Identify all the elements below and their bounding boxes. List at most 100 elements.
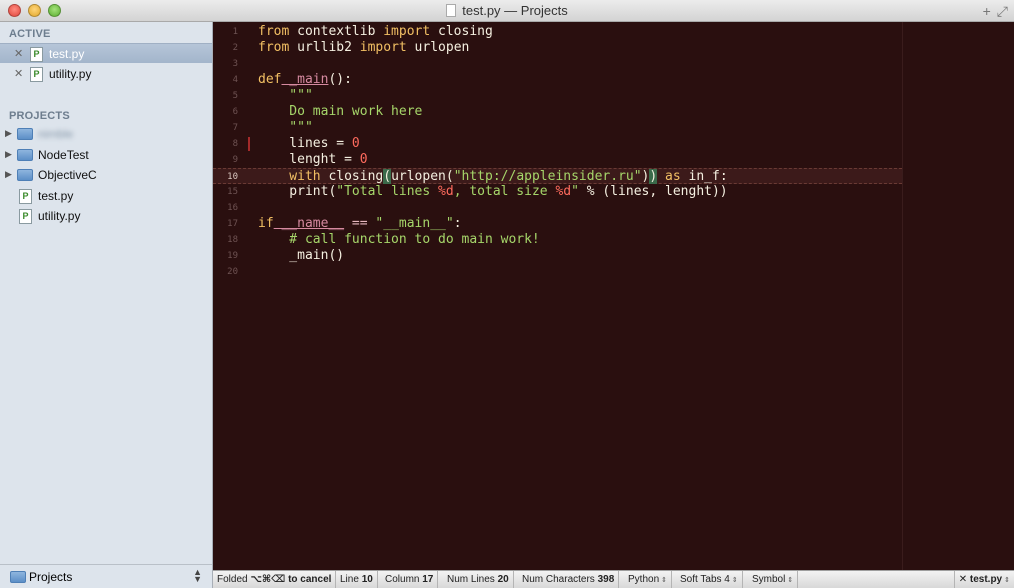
disclosure-triangle-icon[interactable]: ▶ xyxy=(5,169,12,180)
project-label: utility.py xyxy=(38,209,81,223)
folder-icon xyxy=(17,128,33,140)
folded-shortcut: ⌥⌘⌫ to cancel xyxy=(250,574,332,585)
keyword: from xyxy=(258,24,290,39)
code-line[interactable]: 9 lenght = 0 xyxy=(213,152,1014,168)
line-number: 7 xyxy=(232,123,238,133)
line-label: Line xyxy=(340,574,362,585)
punctuation: (): xyxy=(328,72,352,87)
code-line[interactable]: 6 Do main work here xyxy=(213,104,1014,120)
current-code-line[interactable]: 10 with closing(urlopen("http://appleins… xyxy=(213,168,902,184)
tabs-label: Soft Tabs 4 xyxy=(680,574,730,585)
string: , total size xyxy=(453,184,556,199)
sidebar-footer[interactable]: Projects ▲ ▼ xyxy=(0,564,212,588)
docstring: Do main work here xyxy=(258,104,423,119)
symbol-selector[interactable]: Symbol ⇕ xyxy=(748,571,799,588)
comment: # call function to do main work! xyxy=(258,232,540,247)
up-down-arrows-icon: ⇕ xyxy=(661,577,668,584)
window-title-wrap: test.py — Projects xyxy=(0,3,1014,18)
line-value: 10 xyxy=(361,574,373,585)
disclosure-triangle-icon[interactable]: ▶ xyxy=(5,149,12,160)
string: " xyxy=(571,184,579,199)
code-line[interactable]: 7 """ xyxy=(213,120,1014,136)
projects-header: PROJECTS xyxy=(9,110,70,122)
identifier: urlopen xyxy=(406,40,470,55)
code-text: lenght = 0 xyxy=(258,152,368,168)
file-tab-selector[interactable]: ✕ test.py ⇕ xyxy=(953,571,1014,588)
project-file-test-py[interactable]: P test.py xyxy=(0,186,212,206)
project-file-utility-py[interactable]: P utility.py xyxy=(0,206,212,226)
line-number: 19 xyxy=(227,251,238,261)
up-down-arrows-icon: ⇕ xyxy=(787,577,794,584)
code-text: def _main(): xyxy=(258,72,352,88)
identifier: in_f: xyxy=(680,169,728,184)
code-line[interactable]: 20 xyxy=(213,264,1014,280)
identifier: % (lines, lenght)) xyxy=(578,184,728,199)
project-folder-nimble[interactable]: ▶ nimble xyxy=(0,124,212,144)
python-file-icon: P xyxy=(30,47,43,62)
python-file-icon: P xyxy=(19,209,32,224)
folded-status: Folded ⌥⌘⌫ to cancel xyxy=(213,571,337,588)
code-line[interactable]: 3 xyxy=(213,56,1014,72)
keyword: def xyxy=(258,72,282,87)
code-text: from urllib2 import urlopen xyxy=(258,40,469,56)
active-file-test-py[interactable]: ✕ P test.py xyxy=(0,43,212,63)
number: 0 xyxy=(359,152,368,167)
fullscreen-icon[interactable]: ⤢ xyxy=(997,3,1008,19)
projects-selector-label: Projects xyxy=(29,570,73,584)
code-line[interactable]: 5 """ xyxy=(213,88,1014,104)
up-down-arrows-icon[interactable]: ▲ ▼ xyxy=(193,568,202,584)
identifier: closing xyxy=(320,169,384,184)
code-line[interactable]: 17 if __name__ == "__main__": xyxy=(213,216,1014,232)
code-line[interactable]: 16 xyxy=(213,200,1014,216)
identifier: lenght = xyxy=(258,152,360,167)
title-bar: test.py — Projects + ⤢ xyxy=(0,0,1014,22)
tabs-selector[interactable]: Soft Tabs 4 ⇕ xyxy=(676,571,743,588)
line-number: 8 xyxy=(232,139,238,149)
keyword: import xyxy=(359,40,407,55)
code-line[interactable]: 1 from contextlib import closing xyxy=(213,24,1014,40)
disclosure-triangle-icon[interactable]: ▶ xyxy=(5,128,12,139)
folder-icon xyxy=(17,169,33,181)
active-file-utility-py[interactable]: ✕ P utility.py xyxy=(0,64,212,84)
keyword: as xyxy=(657,169,681,184)
line-number: 17 xyxy=(227,219,238,229)
document-icon xyxy=(446,4,457,17)
titlebar-right-controls: + ⤢ xyxy=(977,3,1008,20)
active-file-label: utility.py xyxy=(49,67,92,81)
code-line[interactable]: 8 lines = 0 xyxy=(213,136,1014,152)
project-folder-objectivec[interactable]: ▶ ObjectiveC xyxy=(0,165,212,185)
identifier: print( xyxy=(258,184,337,199)
symbol-label: Symbol xyxy=(752,574,786,585)
format-spec: %d xyxy=(438,184,454,199)
plus-icon[interactable]: + xyxy=(983,3,991,19)
code-line[interactable]: 2 from urllib2 import urlopen xyxy=(213,40,1014,56)
num-lines-label: Num Lines xyxy=(447,574,498,585)
close-file-icon[interactable]: ✕ xyxy=(14,67,23,80)
status-bar: Folded ⌥⌘⌫ to cancel Line 10 Column 17 N… xyxy=(213,570,1014,588)
identifier: urllib2 xyxy=(289,40,360,55)
line-number: 15 xyxy=(227,187,238,197)
num-chars-label: Num Characters xyxy=(522,574,598,585)
identifier: contextlib xyxy=(289,24,384,39)
language-selector[interactable]: Python ⇕ xyxy=(624,571,673,588)
code-line[interactable]: 19 _main() xyxy=(213,248,1014,264)
line-number: 5 xyxy=(232,91,238,101)
close-icon[interactable]: ✕ xyxy=(959,574,967,585)
folder-icon xyxy=(17,149,33,161)
code-line[interactable]: 15 print("Total lines %d, total size %d"… xyxy=(213,184,1014,200)
line-number: 10 xyxy=(227,172,238,182)
keyword: import xyxy=(383,24,431,39)
close-file-icon[interactable]: ✕ xyxy=(14,47,23,60)
code-editor[interactable]: 1 from contextlib import closing 2 from … xyxy=(213,22,1014,570)
python-file-icon: P xyxy=(30,67,43,82)
line-number: 9 xyxy=(232,155,238,165)
docstring: """ xyxy=(258,120,313,135)
code-line[interactable]: 4 def _main(): xyxy=(213,72,1014,88)
code-line[interactable]: 18 # call function to do main work! xyxy=(213,232,1014,248)
python-file-icon: P xyxy=(19,189,32,204)
line-number: 20 xyxy=(227,267,238,277)
up-down-arrows-icon: ⇕ xyxy=(1004,577,1010,584)
active-file-label: test.py xyxy=(49,47,85,61)
docstring: """ xyxy=(258,88,313,103)
project-folder-nodetest[interactable]: ▶ NodeTest xyxy=(0,145,212,165)
